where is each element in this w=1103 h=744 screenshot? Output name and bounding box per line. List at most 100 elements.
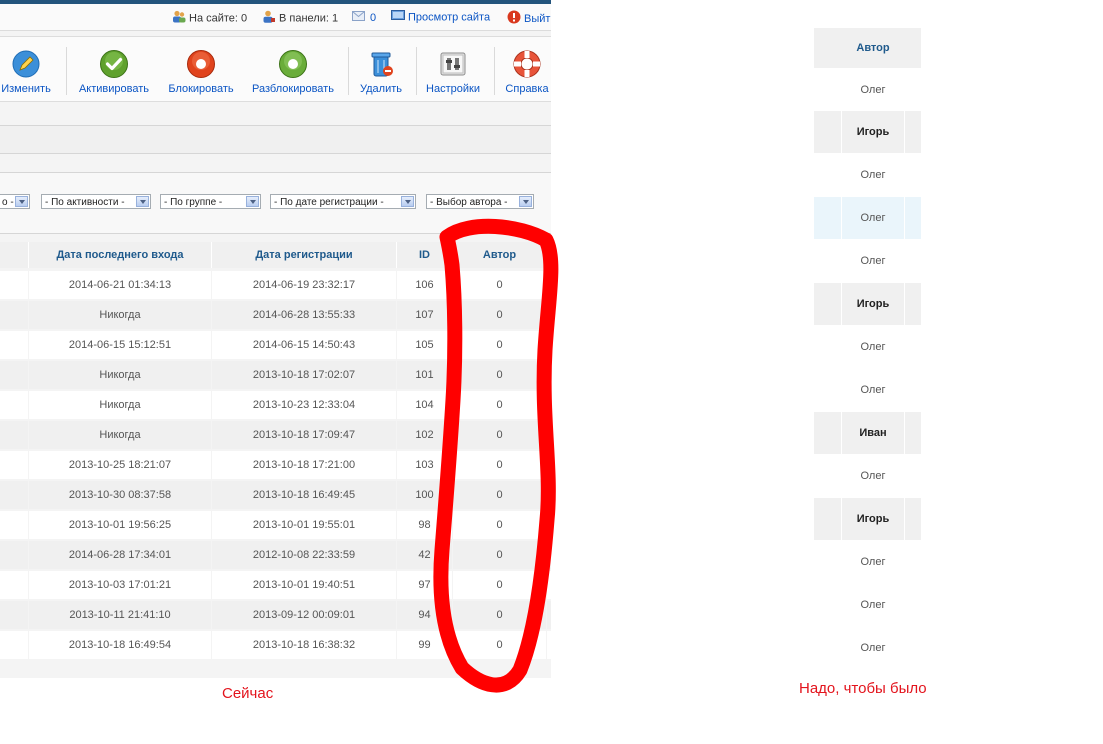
state-filter-select[interactable]: о - [0,194,30,209]
cell-last-visit: 2013-10-18 16:49:54 [29,631,211,659]
logout-link[interactable]: Выйт [507,10,550,25]
caption-now: Сейчас [222,685,274,702]
filter-bar: о - - По активности - - По группе - - По… [0,172,551,234]
desired-cell-partial [814,154,841,196]
unblock-button[interactable]: Разблокировать [249,43,337,95]
users-on-site-text: На сайте: 0 [189,12,248,25]
author-filter-select[interactable]: - Выбор автора - [426,194,534,209]
desired-cell-partial [814,584,841,626]
desired-row: Олег [814,540,921,583]
submenu-bar [0,125,551,154]
column-last-visit[interactable]: Дата последнего входа [29,242,211,268]
column-author[interactable]: Автор [453,242,546,268]
desired-cell-partial [814,455,841,497]
block-button[interactable]: Блокировать [165,43,237,95]
view-site-text[interactable]: Просмотр сайта [408,11,490,23]
cell-registered: 2013-10-18 16:49:45 [212,481,396,509]
desired-cell-partial [814,70,841,110]
table-cell-partial [0,601,28,629]
check-icon [99,49,129,79]
chevron-down-icon [136,196,149,207]
settings-button[interactable]: Настройки [424,43,482,95]
registration-date-filter-select[interactable]: - По дате регистрации - [270,194,416,209]
table-row[interactable]: Никогда 2013-10-18 17:02:07 101 0 [0,360,551,390]
desired-author-cell: Олег [842,197,904,239]
table-row[interactable]: 2013-10-03 17:01:21 2013-10-01 19:40:51 97… [0,570,551,600]
monitor-icon [391,10,405,25]
group-filter-select[interactable]: - По группе - [160,194,261,209]
desired-cell-partial [905,627,921,669]
cell-id: 42 [397,541,452,569]
desired-cell-partial [814,197,841,239]
cell-registered: 2014-06-19 23:32:17 [212,271,396,299]
table-row[interactable]: 2014-06-15 15:12:51 2014-06-15 14:50:43 10… [0,330,551,360]
pencil-icon [11,49,41,79]
table-row[interactable]: 2013-10-11 21:41:10 2013-09-12 00:09:01 94… [0,600,551,630]
activate-button[interactable]: Активировать [74,43,154,95]
chevron-down-icon [401,196,414,207]
cell-id: 99 [397,631,452,659]
cell-registered: 2013-10-01 19:40:51 [212,571,396,599]
power-icon [507,10,521,28]
cell-last-visit: Никогда [29,301,211,329]
desired-author-cell: Игорь [842,111,904,153]
help-button[interactable]: Справка [502,43,551,95]
cell-registered: 2013-10-18 16:38:32 [212,631,396,659]
desired-cell-partial [905,498,921,540]
activity-filter-select[interactable]: - По активности - [41,194,151,209]
messages-status[interactable]: 0 [352,10,376,24]
table-cell-partial [0,271,28,299]
table-row[interactable]: 2013-10-30 08:37:58 2013-10-18 16:49:45 10… [0,480,551,510]
admin-user-icon [262,10,276,27]
cell-author: 0 [453,571,546,599]
delete-button[interactable]: Удалить [357,43,405,95]
desired-cell-partial [814,412,841,454]
help-label: Справка [505,83,549,95]
table-cell-partial [0,361,28,389]
table-cell-partial [0,571,28,599]
desired-row: Игорь [814,497,921,540]
cell-author: 0 [453,481,546,509]
table-row[interactable]: 2013-10-01 19:56:25 2013-10-01 19:55:01 98… [0,510,551,540]
table-row[interactable]: 2014-06-28 17:34:01 2012-10-08 22:33:59 42… [0,540,551,570]
users-table-header: Дата последнего входа Дата регистрации I… [0,242,551,268]
desired-author-cell: Олег [842,541,904,583]
chevron-down-icon [246,196,259,207]
chevron-down-icon [519,196,532,207]
toolbar: Изменить Активировать Блокировать Разбло… [0,36,551,102]
table-row[interactable]: 2013-10-18 16:49:54 2013-10-18 16:38:32 99… [0,630,551,660]
table-cell-partial [0,331,28,359]
cell-registered: 2013-10-23 12:33:04 [212,391,396,419]
table-row[interactable]: 2013-10-25 18:21:07 2013-10-18 17:21:00 10… [0,450,551,480]
toolbar-divider [416,47,417,95]
desired-cell-partial [905,240,921,282]
column-registered[interactable]: Дата регистрации [212,242,396,268]
registration-date-filter-value: - По дате регистрации - [274,197,384,208]
users-in-panel-status: В панели: 1 [262,10,338,24]
desired-row: Иван [814,411,921,454]
cell-last-visit: 2013-10-25 18:21:07 [29,451,211,479]
logout-text[interactable]: Выйт [524,13,550,25]
cell-author: 0 [453,271,546,299]
cell-last-visit: 2014-06-21 01:34:13 [29,271,211,299]
table-cell-partial [0,631,28,659]
messages-count[interactable]: 0 [370,12,376,24]
activity-filter-value: - По активности - [45,197,125,208]
column-id[interactable]: ID [397,242,452,268]
edit-button[interactable]: Изменить [0,43,52,95]
desired-cell-partial [905,326,921,368]
desired-author-cell: Олег [842,584,904,626]
table-cell-partial [0,301,28,329]
table-row[interactable]: 2014-06-21 01:34:13 2014-06-19 23:32:17 10… [0,270,551,300]
table-row[interactable]: Никогда 2013-10-23 12:33:04 104 0 [0,390,551,420]
table-row[interactable]: Никогда 2013-10-18 17:09:47 102 0 [0,420,551,450]
cell-id: 98 [397,511,452,539]
table-row[interactable]: Никогда 2014-06-28 13:55:33 107 0 [0,300,551,330]
users-on-site-status: На сайте: 0 [172,10,247,24]
cell-id: 102 [397,421,452,449]
desired-author-cell: Олег [842,455,904,497]
desired-header-author[interactable]: Автор [842,28,904,68]
view-site-link[interactable]: Просмотр сайта [391,10,490,24]
cell-id: 97 [397,571,452,599]
activate-label: Активировать [78,83,150,95]
